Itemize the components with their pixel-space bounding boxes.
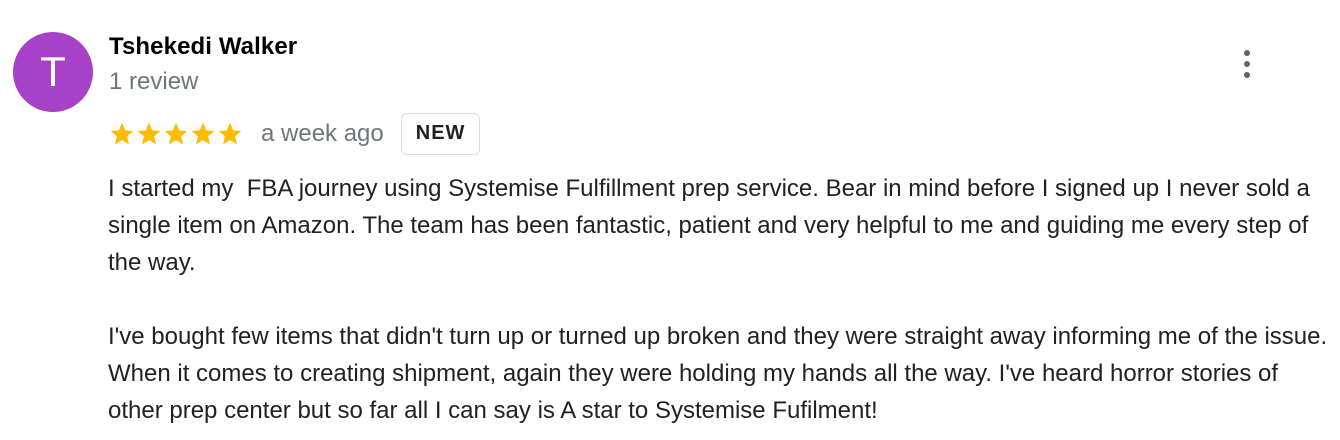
more-options-button[interactable] [1232, 46, 1262, 82]
review-card: T Tshekedi Walker 1 review a week ago NE… [0, 0, 1340, 440]
reviewer-name[interactable]: Tshekedi Walker [109, 32, 297, 62]
star-icon [191, 122, 215, 145]
star-icon [137, 122, 161, 145]
star-icon [218, 122, 242, 145]
star-rating [109, 121, 243, 147]
more-vert-icon [1244, 50, 1250, 56]
more-vert-icon-dot [1244, 61, 1250, 67]
star-icon [110, 122, 134, 145]
new-badge: NEW [400, 113, 481, 155]
review-text: I started my FBA journey using Systemise… [108, 170, 1333, 429]
more-vert-icon-dot [1244, 72, 1250, 78]
review-count[interactable]: 1 review [109, 67, 198, 97]
star-icon [164, 122, 188, 145]
avatar[interactable]: T [13, 32, 93, 112]
review-paragraph-2: I've bought few items that didn't turn u… [108, 323, 1334, 424]
review-meta: a week ago NEW [109, 112, 481, 156]
review-paragraph-1: I started my FBA journey using Systemise… [108, 175, 1317, 276]
review-date: a week ago [261, 120, 384, 147]
